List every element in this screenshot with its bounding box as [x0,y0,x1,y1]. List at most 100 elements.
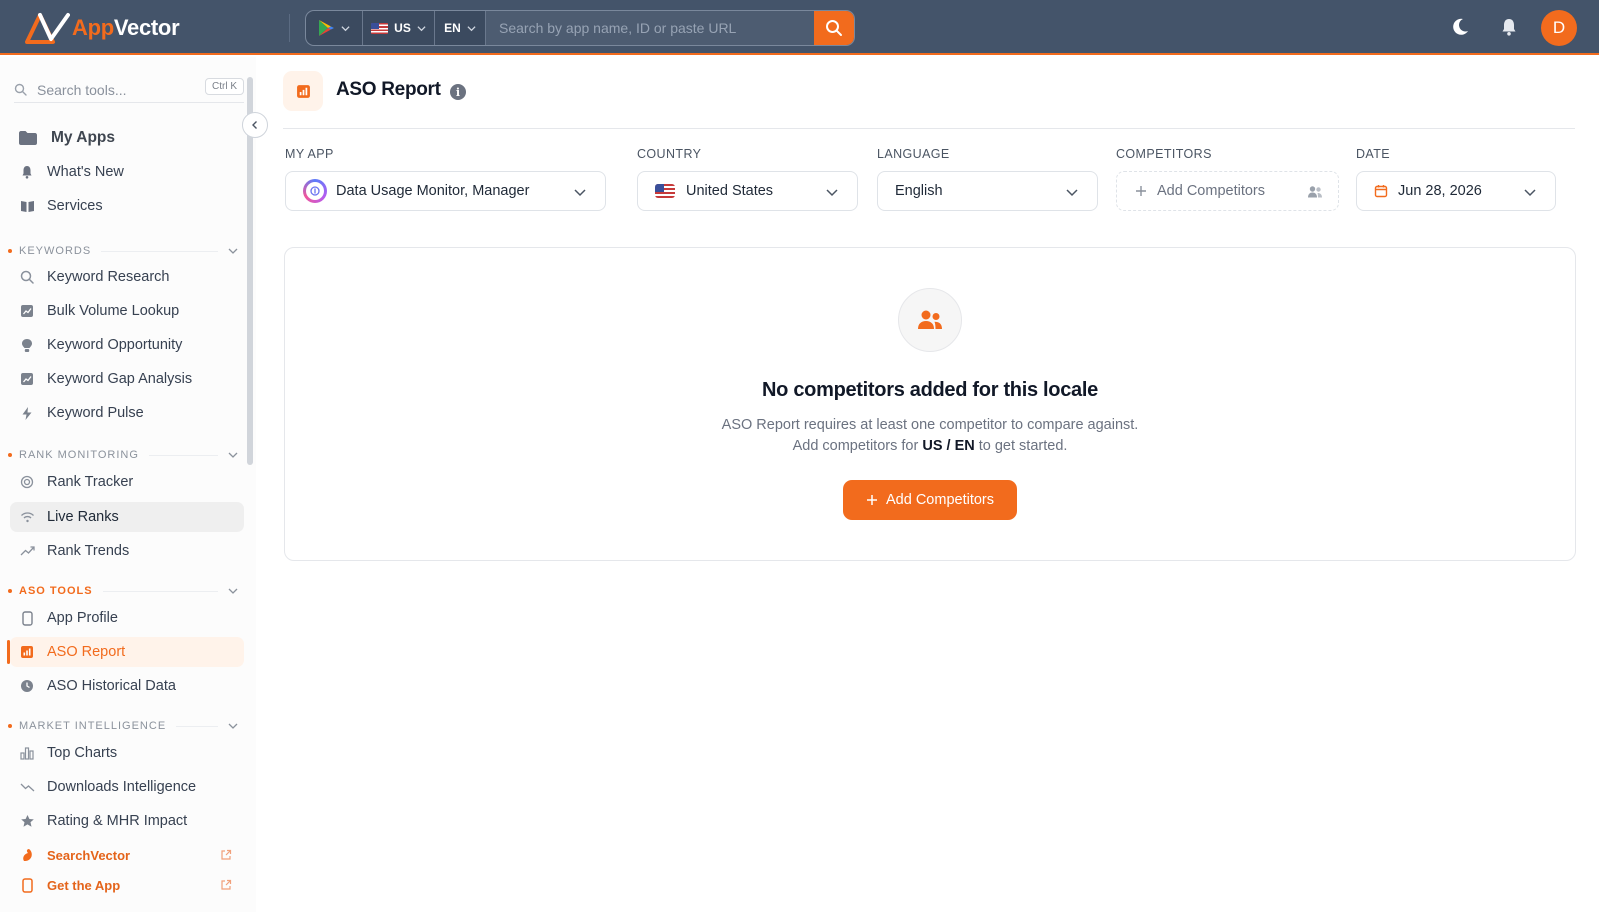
my-app-value: Data Usage Monitor, Manager [336,183,530,199]
folder-icon [18,129,38,147]
section-title: KEYWORDS [19,245,92,257]
chevron-down-icon [417,25,426,31]
top-bar: AppVector US EN Search by app name, ID o… [0,0,1599,55]
report-icon [296,84,310,98]
sidebar-item-label: Keyword Opportunity [47,337,183,353]
sidebar-item-label: SearchVector [47,847,131,863]
section-divider [101,250,218,252]
sidebar-collapse-button[interactable] [242,112,268,138]
sidebar-item-app-profile[interactable]: App Profile [10,603,244,633]
page-header-icon [283,71,323,111]
sidebar-item-whats-new[interactable]: What's New [10,157,244,187]
sidebar-item-rank-trends[interactable]: Rank Trends [10,536,244,566]
sidebar-item-keyword-research[interactable]: Keyword Research [10,262,244,292]
empty-state-description: ASO Report requires at least one competi… [284,415,1576,457]
sidebar-search-input[interactable] [37,81,187,98]
section-market-intelligence[interactable]: MARKET INTELLIGENCE [8,719,244,733]
country-label: COUNTRY [637,147,702,161]
country-selector[interactable]: US [363,11,435,45]
sidebar-item-rank-tracker[interactable]: Rank Tracker [10,467,244,497]
sidebar-item-services[interactable]: Services [10,191,244,221]
add-competitors-button[interactable]: Add Competitors [843,480,1017,520]
search-icon [19,269,35,285]
chevron-down-icon [1524,189,1536,197]
global-search-input[interactable] [486,11,814,45]
app-logo[interactable]: AppVector [24,11,180,45]
sidebar-item-live-ranks[interactable]: Live Ranks [10,502,244,532]
us-flag-icon [371,22,389,34]
sidebar-item-label: Rating & MHR Impact [47,813,188,829]
sidebar-item-label: App Profile [47,610,118,626]
my-app-label: MY APP [285,147,334,161]
my-app-select[interactable]: Data Usage Monitor, Manager [285,171,606,211]
language-code: EN [444,21,461,35]
sidebar-item-my-apps[interactable]: My Apps [10,123,244,153]
add-competitors-field[interactable]: Add Competitors [1116,171,1339,211]
search-icon [14,83,27,96]
section-dot [8,453,12,457]
section-divider [102,590,218,592]
sidebar-link-get-the-app[interactable]: Get the App [10,870,244,900]
dark-mode-moon-icon[interactable] [1449,16,1471,38]
sidebar-search: Ctrl K [14,77,244,103]
us-flag-icon [655,184,675,198]
sidebar-item-keyword-opportunity[interactable]: Keyword Opportunity [10,330,244,360]
section-aso-tools[interactable]: ASO TOOLS [8,584,244,598]
sidebar-item-aso-report[interactable]: ASO Report [7,637,244,667]
sidebar-item-top-charts[interactable]: Top Charts [10,738,244,768]
sidebar-item-bulk-volume-lookup[interactable]: Bulk Volume Lookup [10,296,244,326]
sidebar-item-downloads-intelligence[interactable]: Downloads Intelligence [10,772,244,802]
search-icon [826,20,842,36]
bell-icon [19,164,35,180]
logo-wordmark: AppVector [72,15,180,41]
section-divider [176,725,218,727]
searchvector-logo-icon [19,847,35,863]
search-shortcut-badge: Ctrl K [205,78,244,95]
add-competitors-button-label: Add Competitors [886,492,994,508]
country-code: US [394,21,411,35]
sidebar-item-keyword-gap-analysis[interactable]: Keyword Gap Analysis [10,364,244,394]
page-title: ASO Report [336,79,441,100]
date-picker[interactable]: Jun 28, 2026 [1356,171,1556,211]
store-selector[interactable] [306,11,363,45]
sidebar-item-label: Get the App [47,877,121,893]
empty-state-line-2: Add competitors for US / EN to get start… [284,436,1576,457]
chevron-down-icon [574,189,586,197]
plus-icon [867,495,877,505]
sidebar-item-label: Rank Trends [47,543,130,559]
empty-state-icon [898,288,962,352]
language-selector[interactable]: EN [435,11,486,45]
chevron-down-icon [1066,189,1078,197]
sidebar-item-label: My Apps [51,129,116,146]
search-button[interactable] [814,11,854,45]
section-title: ASO TOOLS [19,585,93,597]
info-icon[interactable]: i [450,84,466,100]
chart-icon [19,303,35,319]
chevron-down-icon [228,588,238,594]
trend-icon [19,543,35,559]
appvector-logo-icon [25,13,70,44]
sidebar-item-label: ASO Report [47,644,126,660]
section-dot [8,724,12,728]
section-title: MARKET INTELLIGENCE [19,720,167,732]
report-icon [19,644,35,660]
sidebar-item-rating-mhr-impact[interactable]: Rating & MHR Impact [10,806,244,836]
country-select[interactable]: United States [637,171,858,211]
sidebar-link-searchvector[interactable]: SearchVector [10,840,244,870]
header-divider [283,128,1575,129]
date-value: Jun 28, 2026 [1398,183,1482,199]
empty-state-suffix: to get started. [978,438,1068,454]
target-icon [19,474,35,490]
empty-state-prefix: Add competitors for [792,438,919,454]
section-rank-monitoring[interactable]: RANK MONITORING [8,448,244,462]
chevron-down-icon [341,25,350,31]
section-keywords[interactable]: KEYWORDS [8,244,244,258]
notifications-bell-icon[interactable] [1499,17,1519,37]
sidebar-item-keyword-pulse[interactable]: Keyword Pulse [10,398,244,428]
phone-icon [19,877,35,893]
user-avatar[interactable]: D [1541,10,1577,46]
competitors-label: COMPETITORS [1116,147,1212,161]
sidebar-item-label: Rank Tracker [47,474,134,490]
language-select[interactable]: English [877,171,1098,211]
sidebar-item-aso-historical-data[interactable]: ASO Historical Data [10,671,244,701]
